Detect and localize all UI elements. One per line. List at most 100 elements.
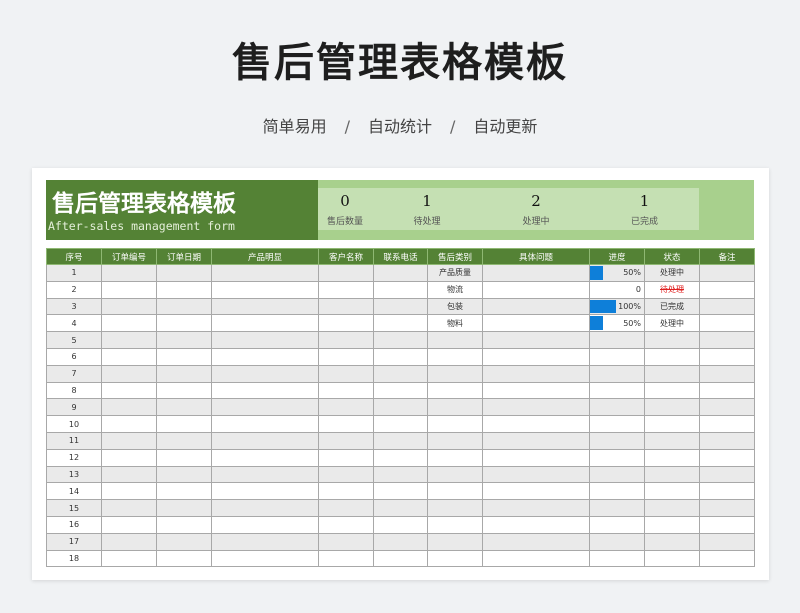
note-cell[interactable] (699, 465, 755, 484)
status-cell[interactable] (644, 398, 700, 417)
customer-cell[interactable] (318, 331, 374, 349)
order-no-cell[interactable] (101, 347, 157, 366)
progress-cell[interactable] (589, 532, 645, 551)
category-cell[interactable] (427, 448, 483, 467)
issue-cell[interactable] (482, 331, 590, 349)
product-cell[interactable] (211, 465, 319, 484)
category-cell[interactable] (427, 398, 483, 417)
serial-no-cell[interactable]: 12 (46, 448, 102, 467)
customer-cell[interactable] (318, 398, 374, 417)
phone-cell[interactable] (373, 415, 428, 433)
product-cell[interactable] (211, 482, 319, 501)
product-cell[interactable] (211, 499, 319, 517)
issue-cell[interactable] (482, 499, 590, 517)
order-no-cell[interactable] (101, 381, 157, 400)
product-cell[interactable] (211, 448, 319, 467)
serial-no-cell[interactable]: 15 (46, 499, 102, 517)
issue-cell[interactable] (482, 297, 590, 316)
category-cell[interactable] (427, 465, 483, 484)
phone-cell[interactable] (373, 314, 428, 333)
status-cell[interactable] (644, 482, 700, 501)
status-cell[interactable] (644, 347, 700, 366)
category-cell[interactable]: 产品质量 (427, 264, 483, 282)
product-cell[interactable] (211, 381, 319, 400)
order-no-cell[interactable] (101, 264, 157, 282)
note-cell[interactable] (699, 515, 755, 534)
status-cell[interactable] (644, 364, 700, 383)
note-cell[interactable] (699, 549, 755, 568)
col-serial-no-header[interactable]: 序号 (46, 248, 102, 265)
status-cell[interactable] (644, 549, 700, 568)
issue-cell[interactable] (482, 381, 590, 400)
status-cell[interactable]: 待处理 (644, 280, 700, 299)
product-cell[interactable] (211, 297, 319, 316)
order-no-cell[interactable] (101, 499, 157, 517)
col-status-header[interactable]: 状态 (644, 248, 700, 265)
phone-cell[interactable] (373, 482, 428, 501)
order-no-cell[interactable] (101, 415, 157, 433)
serial-no-cell[interactable]: 3 (46, 297, 102, 316)
note-cell[interactable] (699, 482, 755, 501)
note-cell[interactable] (699, 398, 755, 417)
category-cell[interactable] (427, 532, 483, 551)
serial-no-cell[interactable]: 13 (46, 465, 102, 484)
issue-cell[interactable] (482, 431, 590, 450)
order-date-cell[interactable] (156, 549, 212, 568)
issue-cell[interactable] (482, 448, 590, 467)
note-cell[interactable] (699, 364, 755, 383)
category-cell[interactable] (427, 549, 483, 568)
customer-cell[interactable] (318, 465, 374, 484)
issue-cell[interactable] (482, 314, 590, 333)
status-cell[interactable]: 已完成 (644, 297, 700, 316)
order-date-cell[interactable] (156, 415, 212, 433)
status-cell[interactable] (644, 331, 700, 349)
note-cell[interactable] (699, 314, 755, 333)
issue-cell[interactable] (482, 398, 590, 417)
phone-cell[interactable] (373, 264, 428, 282)
phone-cell[interactable] (373, 515, 428, 534)
order-date-cell[interactable] (156, 280, 212, 299)
order-date-cell[interactable] (156, 465, 212, 484)
progress-cell[interactable] (589, 415, 645, 433)
product-cell[interactable] (211, 280, 319, 299)
category-cell[interactable] (427, 515, 483, 534)
order-no-cell[interactable] (101, 398, 157, 417)
phone-cell[interactable] (373, 532, 428, 551)
serial-no-cell[interactable]: 11 (46, 431, 102, 450)
order-no-cell[interactable] (101, 331, 157, 349)
category-cell[interactable] (427, 331, 483, 349)
order-date-cell[interactable] (156, 347, 212, 366)
phone-cell[interactable] (373, 448, 428, 467)
customer-cell[interactable] (318, 515, 374, 534)
order-no-cell[interactable] (101, 465, 157, 484)
phone-cell[interactable] (373, 499, 428, 517)
category-cell[interactable]: 包装 (427, 297, 483, 316)
order-no-cell[interactable] (101, 431, 157, 450)
issue-cell[interactable] (482, 415, 590, 433)
serial-no-cell[interactable]: 1 (46, 264, 102, 282)
progress-cell[interactable] (589, 364, 645, 383)
status-cell[interactable]: 处理中 (644, 264, 700, 282)
order-date-cell[interactable] (156, 532, 212, 551)
order-date-cell[interactable] (156, 331, 212, 349)
category-cell[interactable] (427, 482, 483, 501)
note-cell[interactable] (699, 331, 755, 349)
phone-cell[interactable] (373, 347, 428, 366)
customer-cell[interactable] (318, 532, 374, 551)
col-product-header[interactable]: 产品明显 (211, 248, 319, 265)
progress-cell[interactable]: 0 (589, 280, 645, 299)
phone-cell[interactable] (373, 297, 428, 316)
category-cell[interactable] (427, 415, 483, 433)
serial-no-cell[interactable]: 8 (46, 381, 102, 400)
issue-cell[interactable] (482, 532, 590, 551)
note-cell[interactable] (699, 347, 755, 366)
progress-cell[interactable]: 100% (589, 297, 645, 316)
customer-cell[interactable] (318, 448, 374, 467)
customer-cell[interactable] (318, 364, 374, 383)
phone-cell[interactable] (373, 398, 428, 417)
phone-cell[interactable] (373, 431, 428, 450)
phone-cell[interactable] (373, 465, 428, 484)
col-phone-header[interactable]: 联系电话 (373, 248, 428, 265)
customer-cell[interactable] (318, 347, 374, 366)
order-date-cell[interactable] (156, 398, 212, 417)
